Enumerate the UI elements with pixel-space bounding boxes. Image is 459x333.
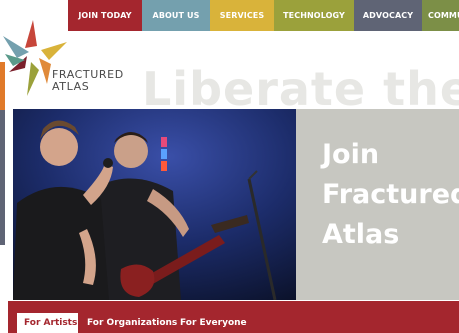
nav-about-us[interactable]: ABOUT US — [142, 0, 210, 31]
hero-title: Join Fractured Atlas — [322, 135, 459, 255]
accent-bar-slate — [0, 110, 5, 245]
tab-for-organizations[interactable]: For Organizations — [87, 313, 177, 333]
nav-advocacy[interactable]: ADVOCACY — [354, 0, 422, 31]
nav-join-today[interactable]: JOIN TODAY — [68, 0, 142, 31]
audience-tab-bar: For Artists For Organizations For Everyo… — [8, 301, 459, 333]
logo-line-2: ATLAS — [52, 80, 90, 93]
nav-community[interactable]: COMMU — [422, 0, 459, 31]
nav-services[interactable]: SERVICES — [210, 0, 274, 31]
hero-title-line-1: Join — [322, 139, 380, 170]
hero-title-line-2: Fractured — [322, 179, 459, 210]
top-nav: JOIN TODAY ABOUT US SERVICES TECHNOLOGY … — [68, 0, 459, 31]
tab-for-artists[interactable]: For Artists — [17, 313, 78, 333]
hero-title-line-3: Atlas — [322, 219, 400, 250]
band-performance-photo — [13, 109, 296, 300]
logo-wordmark[interactable]: FRACTURED ATLAS — [52, 69, 124, 93]
slogan-text: Liberate the — [142, 62, 459, 116]
hero-banner[interactable]: Join Fractured Atlas — [13, 109, 459, 300]
nav-technology[interactable]: TECHNOLOGY — [274, 0, 354, 31]
tab-for-everyone[interactable]: For Everyone — [180, 313, 247, 333]
